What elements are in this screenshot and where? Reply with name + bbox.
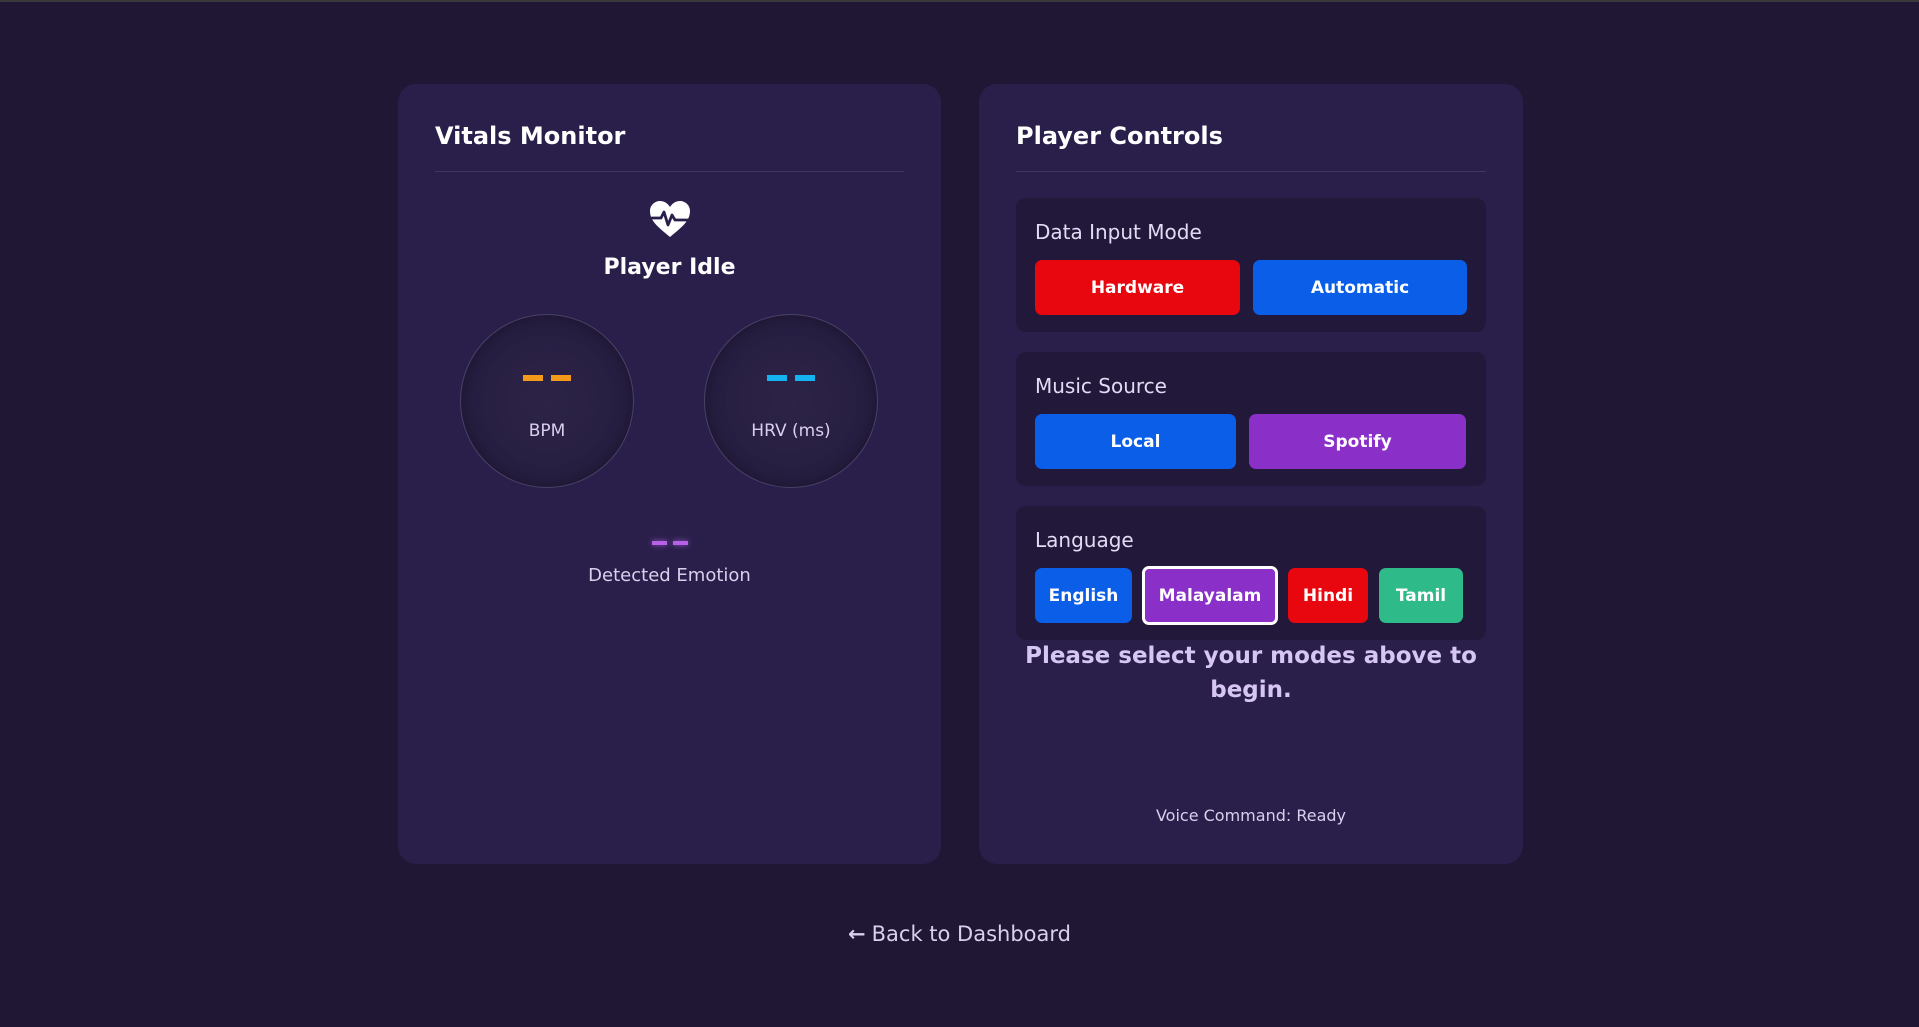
vitals-divider — [435, 171, 904, 172]
player-status: Player Idle — [603, 255, 736, 280]
vitals-title: Vitals Monitor — [435, 122, 626, 150]
emotion-value — [398, 541, 941, 549]
data-input-mode-group: Data Input Mode Hardware Automatic — [1016, 198, 1486, 332]
automatic-button[interactable]: Automatic — [1253, 260, 1467, 315]
hrv-gauge: HRV (ms) — [704, 314, 878, 488]
back-to-dashboard-link[interactable]: ← Back to Dashboard — [0, 922, 1919, 946]
controls-title: Player Controls — [1016, 122, 1223, 150]
controls-divider — [1016, 171, 1486, 172]
spotify-button[interactable]: Spotify — [1249, 414, 1466, 469]
emotion-label: Detected Emotion — [588, 565, 751, 586]
local-button[interactable]: Local — [1035, 414, 1236, 469]
hrv-dash — [795, 375, 815, 381]
hindi-button[interactable]: Hindi — [1288, 568, 1368, 623]
vitals-monitor-card: Vitals Monitor Player Idle BPM HRV (ms) … — [398, 84, 941, 864]
english-button[interactable]: English — [1035, 568, 1132, 623]
mode-selection-prompt: Please select your modes above to begin. — [1025, 643, 1477, 703]
bpm-label: BPM — [528, 421, 566, 441]
malayalam-button[interactable]: Malayalam — [1142, 566, 1278, 625]
bpm-dash — [551, 375, 571, 381]
language-title: Language — [1035, 528, 1134, 552]
bpm-gauge: BPM — [460, 314, 634, 488]
heart-pulse-icon — [650, 201, 690, 237]
voice-command-status: Voice Command: Ready — [1155, 806, 1347, 825]
music-source-title: Music Source — [1035, 374, 1167, 398]
bpm-dash — [523, 375, 543, 381]
top-border — [0, 0, 1919, 2]
music-source-group: Music Source Local Spotify — [1016, 352, 1486, 486]
arrow-left-icon: ← — [848, 922, 866, 946]
player-controls-card: Player Controls Data Input Mode Hardware… — [979, 84, 1523, 864]
back-to-dashboard-label: Back to Dashboard — [871, 922, 1071, 946]
emotion-dash — [672, 541, 688, 545]
hrv-label: HRV (ms) — [751, 421, 831, 441]
hrv-dash — [767, 375, 787, 381]
hardware-button[interactable]: Hardware — [1035, 260, 1240, 315]
tamil-button[interactable]: Tamil — [1379, 568, 1463, 623]
language-group: Language English Malayalam Hindi Tamil — [1016, 506, 1486, 640]
emotion-dash — [651, 541, 667, 545]
bpm-value — [461, 375, 633, 385]
data-input-mode-title: Data Input Mode — [1035, 220, 1202, 244]
hrv-value — [705, 375, 877, 385]
